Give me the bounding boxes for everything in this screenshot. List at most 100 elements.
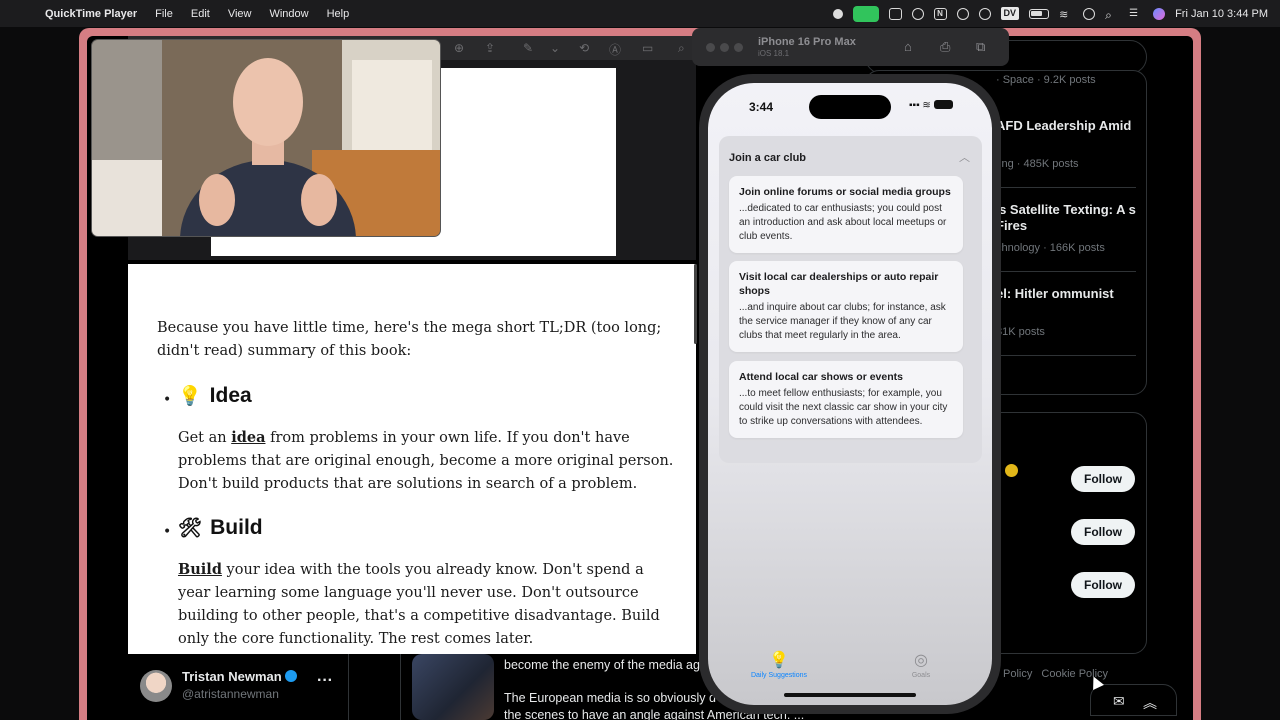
square-status-icon[interactable]	[888, 7, 902, 20]
section-text-idea: Get an idea from problems in your own li…	[178, 429, 674, 492]
target-icon: ◎	[914, 652, 928, 669]
avatar	[140, 670, 172, 702]
more-options-icon[interactable]: ···	[317, 672, 333, 690]
trend-meta-1: · Space · 9.2K posts	[996, 74, 1096, 86]
dynamic-island	[809, 95, 891, 119]
menu-edit[interactable]: Edit	[182, 8, 219, 20]
bullet: •	[163, 392, 172, 408]
x-account-switcher[interactable]: Tristan Newman @atristannewman ···	[128, 660, 348, 720]
form-icon[interactable]: ▭	[642, 41, 653, 55]
user-icon[interactable]	[1083, 7, 1096, 20]
group-title: Join a car club	[729, 152, 807, 164]
card-title: Join online forums or social media group…	[739, 186, 951, 198]
moon-icon[interactable]	[911, 7, 924, 20]
tweet-text-line: become the enemy of the media ag	[504, 658, 700, 672]
trend-meta-2: ting · 485K posts	[996, 158, 1079, 170]
tweet-text-line: The European media is so obviously d	[504, 691, 716, 705]
facetime-camera-icon[interactable]	[852, 5, 879, 22]
rotate-icon[interactable]: ⟲	[579, 41, 589, 55]
suggestion-card[interactable]: Attend local car shows or events ...to m…	[729, 361, 963, 438]
search-icon[interactable]: ⌕	[678, 41, 685, 56]
card-title: Attend local car shows or events	[739, 371, 903, 383]
markup-icon[interactable]: ✎	[523, 41, 533, 55]
simulator-toolbar: iPhone 16 Pro Max iOS 18.1 ⌂ ⎙ ⧉	[692, 28, 1009, 66]
document-scrollbar[interactable]	[694, 264, 697, 344]
wifi-icon[interactable]: ≋	[1059, 8, 1073, 21]
record-icon[interactable]	[832, 8, 843, 19]
chevron-up-icon[interactable]: ︿	[959, 149, 970, 165]
card-title: Visit local car dealerships or auto repa…	[739, 271, 939, 297]
new-message-icon[interactable]: ✉	[1113, 693, 1125, 710]
tools-emoji-icon: 🛠	[178, 518, 203, 539]
tab-goals[interactable]: ◎ Goals	[886, 650, 956, 679]
menu-app-name[interactable]: QuickTime Player	[36, 8, 146, 20]
battery-icon[interactable]	[1029, 8, 1050, 19]
menu-help[interactable]: Help	[318, 8, 359, 20]
column-divider	[348, 654, 349, 720]
menu-file[interactable]: File	[146, 8, 182, 20]
n-badge-icon[interactable]: N	[933, 7, 947, 20]
section-text-build: Build your idea with the tools you alrea…	[178, 561, 660, 647]
idea-link[interactable]: idea	[231, 429, 265, 446]
footer-link-policy[interactable]: Policy	[1003, 668, 1032, 680]
share-icon[interactable]: ⇪	[485, 41, 495, 55]
follow-button[interactable]: Follow	[1071, 466, 1135, 492]
home-icon[interactable]: ⌂	[904, 39, 912, 54]
control-center-icon[interactable]: ☰	[1129, 8, 1143, 20]
webcam-overlay	[92, 40, 440, 236]
lightbulb-icon: 💡	[769, 652, 789, 669]
section-heading-build: 🛠 Build	[178, 516, 263, 539]
play-icon[interactable]	[978, 7, 991, 20]
trend-divider	[996, 187, 1136, 188]
zoom-icon[interactable]: ⊕	[454, 41, 464, 55]
profile-name: Tristan Newman	[182, 669, 297, 684]
build-link[interactable]: Build	[178, 561, 222, 578]
webcam-video-frame	[92, 40, 440, 236]
intro-paragraph: Because you have little time, here's the…	[157, 320, 662, 359]
trend-title-3[interactable]: 's Satellite Texting: A s Fires	[996, 202, 1146, 234]
suggestion-card[interactable]: Join online forums or social media group…	[729, 176, 963, 253]
status-icons: ▪▪▪ ≋	[909, 100, 953, 111]
trend-title-4[interactable]: el: Hitler ommunist	[996, 286, 1146, 302]
tweet-image[interactable]	[412, 654, 494, 720]
document-page: Because you have little time, here's the…	[128, 264, 696, 654]
card-body: ...to meet fellow enthusiasts; for examp…	[739, 388, 948, 427]
window-minimize-button[interactable]	[720, 43, 729, 52]
trend-title-2[interactable]: AFD Leadership Amid	[996, 118, 1146, 134]
menu-window[interactable]: Window	[260, 8, 317, 20]
section-heading-idea: 💡 Idea	[178, 384, 252, 407]
chevron-down-icon[interactable]: ⌄	[550, 41, 560, 55]
siri-icon[interactable]	[1153, 7, 1166, 20]
trend-meta-4: 81K posts	[996, 326, 1045, 338]
menu-view[interactable]: View	[219, 8, 261, 20]
expand-up-icon[interactable]: ︽	[1143, 693, 1157, 713]
suggestion-group: Join a car club ︿ Join online forums or …	[719, 136, 982, 463]
annotate-icon[interactable]: Ⓐ	[609, 41, 621, 58]
simulator-os-version: iOS 18.1	[758, 49, 790, 58]
battery-icon	[933, 100, 953, 109]
hotspot-icon[interactable]	[956, 7, 969, 20]
verified-badge-icon	[284, 670, 297, 682]
suggestion-card[interactable]: Visit local car dealerships or auto repa…	[729, 261, 963, 352]
search-icon[interactable]: ⌕	[1105, 8, 1119, 22]
lightbulb-emoji-icon: 💡	[178, 386, 202, 407]
screenshot-icon[interactable]: ⎙	[940, 39, 950, 55]
menubar-clock[interactable]: Fri Jan 10 3:44 PM	[1175, 8, 1268, 20]
messages-drawer[interactable]: ✉ ︽	[1090, 684, 1177, 716]
profile-handle: @atristannewman	[182, 687, 279, 701]
home-indicator[interactable]	[784, 693, 916, 697]
bullet: •	[163, 524, 172, 540]
simulator-device-name: iPhone 16 Pro Max	[758, 36, 856, 48]
rotate-device-icon[interactable]: ⧉	[976, 39, 985, 55]
trend-meta-3: chnology · 166K posts	[996, 242, 1105, 254]
column-divider	[400, 654, 401, 720]
follow-button[interactable]: Follow	[1071, 519, 1135, 545]
mac-menubar: QuickTime Player File Edit View Window H…	[0, 0, 1280, 27]
dv-badge-icon[interactable]: DV	[1000, 7, 1020, 20]
tab-daily-suggestions[interactable]: 💡 Daily Suggestions	[744, 650, 814, 679]
card-body: ...and inquire about car clubs; for inst…	[739, 302, 946, 341]
window-close-button[interactable]	[706, 43, 715, 52]
status-time: 3:44	[749, 100, 774, 114]
follow-button[interactable]: Follow	[1071, 572, 1135, 598]
window-zoom-button[interactable]	[734, 43, 743, 52]
